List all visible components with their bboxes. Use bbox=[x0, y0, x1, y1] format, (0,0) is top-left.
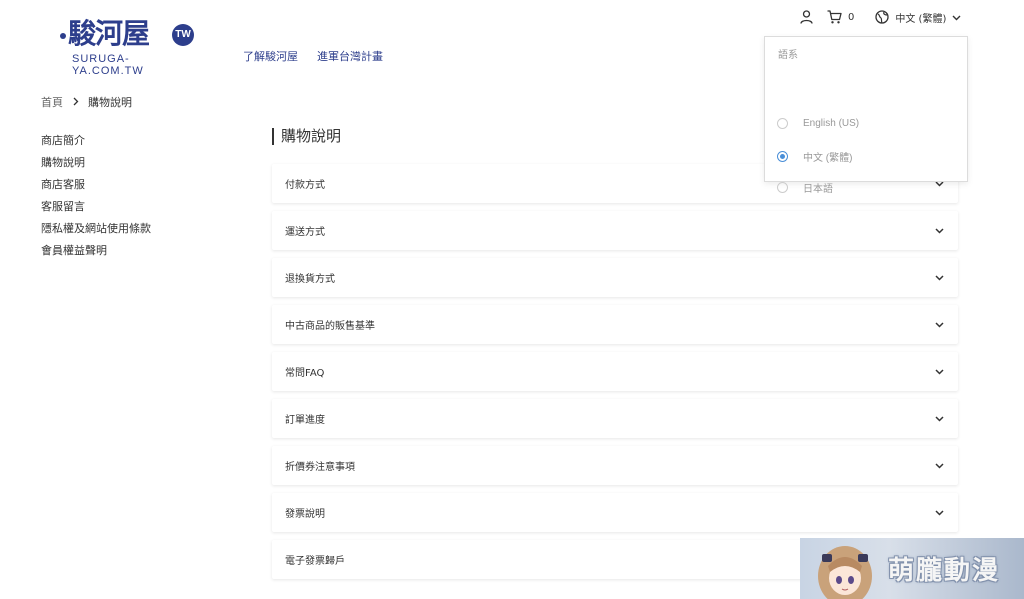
radio-icon bbox=[777, 182, 788, 193]
chevron-right-icon bbox=[73, 96, 79, 109]
breadcrumb-home[interactable]: 首頁 bbox=[41, 94, 63, 110]
globe-icon bbox=[874, 9, 890, 25]
accordion-order-status[interactable]: 訂單進度 bbox=[272, 399, 958, 438]
language-dropdown: 語系 English (US) 中文 (繁體) 日本語 bbox=[764, 36, 968, 195]
sidebar: 商店簡介 購物說明 商店客服 客服留言 隱私權及網站使用條款 會員權益聲明 bbox=[41, 130, 151, 262]
language-selector[interactable]: 中文 (繁體) bbox=[874, 9, 961, 25]
radio-checked-icon bbox=[777, 151, 788, 162]
logo-mark: 駿河屋 bbox=[60, 12, 150, 52]
top-nav-taiwan-plan[interactable]: 進軍台灣計畫 bbox=[317, 48, 383, 64]
accordion-faq[interactable]: 常問FAQ bbox=[272, 352, 958, 391]
chevron-down-icon bbox=[934, 414, 944, 424]
faq-accordion: 付款方式 運送方式 退換貨方式 中古商品的販售基準 常問FAQ 訂單進度 折價券… bbox=[272, 164, 958, 587]
header-actions: 0 中文 (繁體) bbox=[798, 8, 961, 26]
sidebar-item-store-intro[interactable]: 商店簡介 bbox=[41, 130, 151, 152]
chevron-down-icon bbox=[934, 226, 944, 236]
breadcrumb: 首頁 購物說明 bbox=[41, 94, 132, 110]
promo-banner[interactable]: 萌朧動漫 bbox=[800, 538, 1024, 599]
logo-domain: SURUGA-YA.COM.TW bbox=[72, 53, 144, 77]
language-dropdown-title: 語系 bbox=[778, 50, 798, 61]
chevron-down-icon bbox=[934, 273, 944, 283]
user-icon[interactable] bbox=[798, 9, 814, 25]
logo-badge: TW bbox=[172, 24, 194, 46]
sidebar-item-customer-service[interactable]: 商店客服 bbox=[41, 174, 151, 196]
chevron-down-icon bbox=[934, 461, 944, 471]
language-option-chinese[interactable]: 中文 (繁體) bbox=[777, 149, 852, 164]
current-language-label: 中文 (繁體) bbox=[895, 13, 947, 25]
top-nav-about[interactable]: 了解駿河屋 bbox=[243, 48, 298, 64]
cart-icon[interactable] bbox=[826, 9, 842, 25]
radio-icon bbox=[777, 118, 788, 129]
accordion-shipping[interactable]: 運送方式 bbox=[272, 211, 958, 250]
top-nav: 了解駿河屋 進軍台灣計畫 bbox=[243, 48, 383, 64]
sidebar-item-member-rights[interactable]: 會員權益聲明 bbox=[41, 240, 151, 262]
accordion-invoice[interactable]: 發票說明 bbox=[272, 493, 958, 532]
chevron-down-icon bbox=[952, 11, 961, 24]
promo-banner-text: 萌朧動漫 bbox=[888, 556, 1001, 586]
sidebar-item-message[interactable]: 客服留言 bbox=[41, 196, 151, 218]
page-title: 購物說明 bbox=[272, 128, 341, 145]
breadcrumb-current: 購物說明 bbox=[88, 96, 132, 109]
cart-count: 0 bbox=[848, 11, 855, 23]
chevron-down-icon bbox=[934, 320, 944, 330]
sidebar-item-shopping-guide[interactable]: 購物說明 bbox=[41, 152, 151, 174]
language-option-english[interactable]: English (US) bbox=[777, 118, 859, 129]
sidebar-item-privacy[interactable]: 隱私權及網站使用條款 bbox=[41, 218, 151, 240]
accordion-coupons[interactable]: 折價券注意事項 bbox=[272, 446, 958, 485]
site-logo[interactable]: 駿河屋 TW SURUGA-YA.COM.TW bbox=[60, 12, 200, 77]
chevron-down-icon bbox=[934, 508, 944, 518]
accordion-returns[interactable]: 退換貨方式 bbox=[272, 258, 958, 297]
language-option-japanese[interactable]: 日本語 bbox=[777, 180, 833, 195]
anime-girl-icon bbox=[818, 546, 872, 599]
chevron-down-icon bbox=[934, 367, 944, 377]
accordion-used-goods[interactable]: 中古商品的販售基準 bbox=[272, 305, 958, 344]
